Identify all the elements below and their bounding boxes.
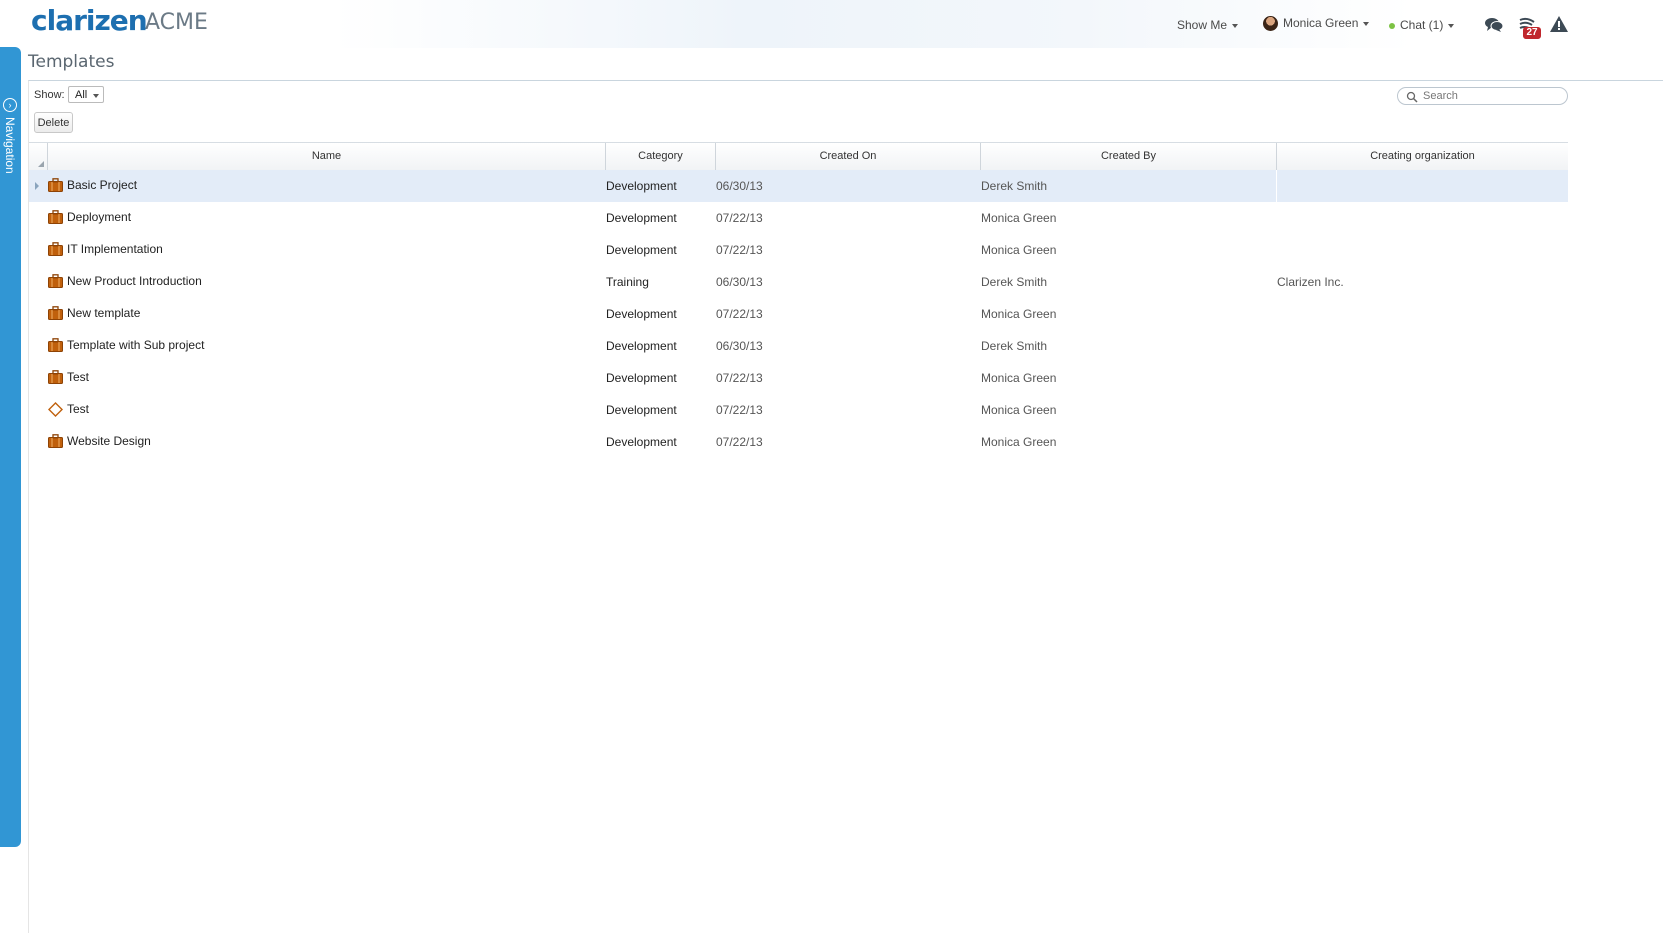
cell-name[interactable]: Deployment [67,210,131,224]
table-row[interactable]: Test Development 07/22/13 Monica Green [29,394,1568,426]
column-header-name[interactable]: Name [48,143,606,170]
cell-name[interactable]: New template [67,306,140,320]
column-header-category[interactable]: Category [606,143,716,170]
cell-category: Development [606,211,677,225]
avatar [1263,16,1278,32]
arrow-right-circle-icon[interactable]: › [3,98,17,112]
briefcase-icon [48,306,63,323]
org-name: ACME [145,10,208,35]
cell-created-on: 07/22/13 [716,307,763,321]
row-expand-arrow-icon[interactable] [35,182,39,190]
table-row[interactable]: New template Development 07/22/13 Monica Gr… [29,298,1568,330]
cell-name[interactable]: Test [67,370,89,384]
cell-name[interactable]: Basic Project [67,178,137,192]
table-row[interactable]: New Product Introduction Training 06/30/13… [29,266,1568,298]
cell-created-on: 06/30/13 [716,179,763,193]
cell-name[interactable]: IT Implementation [67,242,163,256]
grid-corner-resize[interactable] [29,143,48,170]
cell-category: Development [606,307,677,321]
chat-label: Chat (1) [1400,18,1444,32]
cell-name[interactable]: New Product Introduction [67,274,202,288]
delete-button[interactable]: Delete [34,112,73,133]
cell-created-by: Monica Green [981,211,1057,225]
table-row[interactable]: Test Development 07/22/13 Monica Green [29,362,1568,394]
online-status-icon [1389,22,1395,29]
show-filter-value: All [75,89,88,101]
show-filter-select[interactable]: All [68,86,104,103]
cell-created-by: Monica Green [981,435,1057,449]
table-row[interactable]: Deployment Development 07/22/13 Monica Gree… [29,202,1568,234]
top-header: clarizen ACME Show Me Monica Green Chat … [0,0,1663,48]
show-me-menu[interactable]: Show Me [1177,18,1239,32]
cell-created-by: Monica Green [981,243,1057,257]
grid-header: Name Category Created On Created By Crea… [29,142,1568,171]
cell-category: Development [606,243,677,257]
cell-created-by: Derek Smith [981,275,1048,289]
selected-row-divider [1276,170,1277,202]
cell-name[interactable]: Test [67,402,89,416]
column-header-created-by[interactable]: Created By [981,143,1277,170]
cell-name[interactable]: Website Design [67,434,151,448]
page-title: Templates [28,52,115,72]
chevron-down-icon [1363,21,1370,26]
cell-name[interactable]: Template with Sub project [67,338,204,352]
cell-created-by: Monica Green [981,371,1057,385]
chat-menu[interactable]: Chat (1) [1389,18,1455,32]
cell-created-on: 07/22/13 [716,403,763,417]
chevron-down-icon [1448,23,1455,28]
briefcase-icon [48,274,63,291]
cell-created-on: 07/22/13 [716,435,763,449]
cell-created-on: 07/22/13 [716,243,763,257]
diamond-icon [48,402,63,420]
search-input[interactable]: Search [1397,87,1568,105]
cell-category: Development [606,435,677,449]
cell-category: Development [606,371,677,385]
cell-created-on: 06/30/13 [716,339,763,353]
navigation-label: Navigation [3,117,17,174]
column-header-creating-organization[interactable]: Creating organization [1277,143,1568,170]
briefcase-icon [48,338,63,355]
table-row[interactable]: Website Design Development 07/22/13 Monica … [29,426,1568,458]
cell-created-on: 07/22/13 [716,211,763,225]
cell-created-by: Monica Green [981,307,1057,321]
notifications-badge: 27 [1523,27,1541,39]
chevron-down-icon [93,94,99,98]
briefcase-icon [48,178,63,195]
clarizen-logo[interactable]: clarizen [31,4,148,37]
table-row[interactable]: Template with Sub project Development 06/3… [29,330,1568,362]
cell-category: Development [606,403,677,417]
search-icon [1406,91,1418,103]
navigation-rail[interactable]: › Navigation [0,47,21,847]
briefcase-icon [48,434,63,451]
cell-created-on: 06/30/13 [716,275,763,289]
cell-category: Development [606,179,677,193]
briefcase-icon [48,370,63,387]
cell-created-by: Derek Smith [981,339,1048,353]
cell-created-by: Derek Smith [981,179,1048,193]
cell-creating-organization: Clarizen Inc. [1277,275,1344,289]
search-placeholder: Search [1423,90,1458,102]
table-row[interactable]: IT Implementation Development 07/22/13 Moni… [29,234,1568,266]
user-name: Monica Green [1283,16,1359,30]
corner-triangle-icon [38,161,44,167]
chevron-down-icon [1232,23,1239,28]
alert-icon[interactable] [1550,16,1568,32]
briefcase-icon [48,242,63,259]
cell-category: Training [606,275,649,289]
cell-category: Development [606,339,677,353]
table-row[interactable]: Basic Project Development 06/30/13 Derek Sm… [29,170,1568,202]
cell-created-by: Monica Green [981,403,1057,417]
column-header-created-on[interactable]: Created On [716,143,981,170]
show-me-label: Show Me [1177,18,1228,32]
user-menu[interactable]: Monica Green [1263,16,1370,32]
discussion-icon[interactable] [1484,17,1504,33]
show-filter-label: Show: [34,89,65,101]
briefcase-icon [48,210,63,227]
cell-created-on: 07/22/13 [716,371,763,385]
